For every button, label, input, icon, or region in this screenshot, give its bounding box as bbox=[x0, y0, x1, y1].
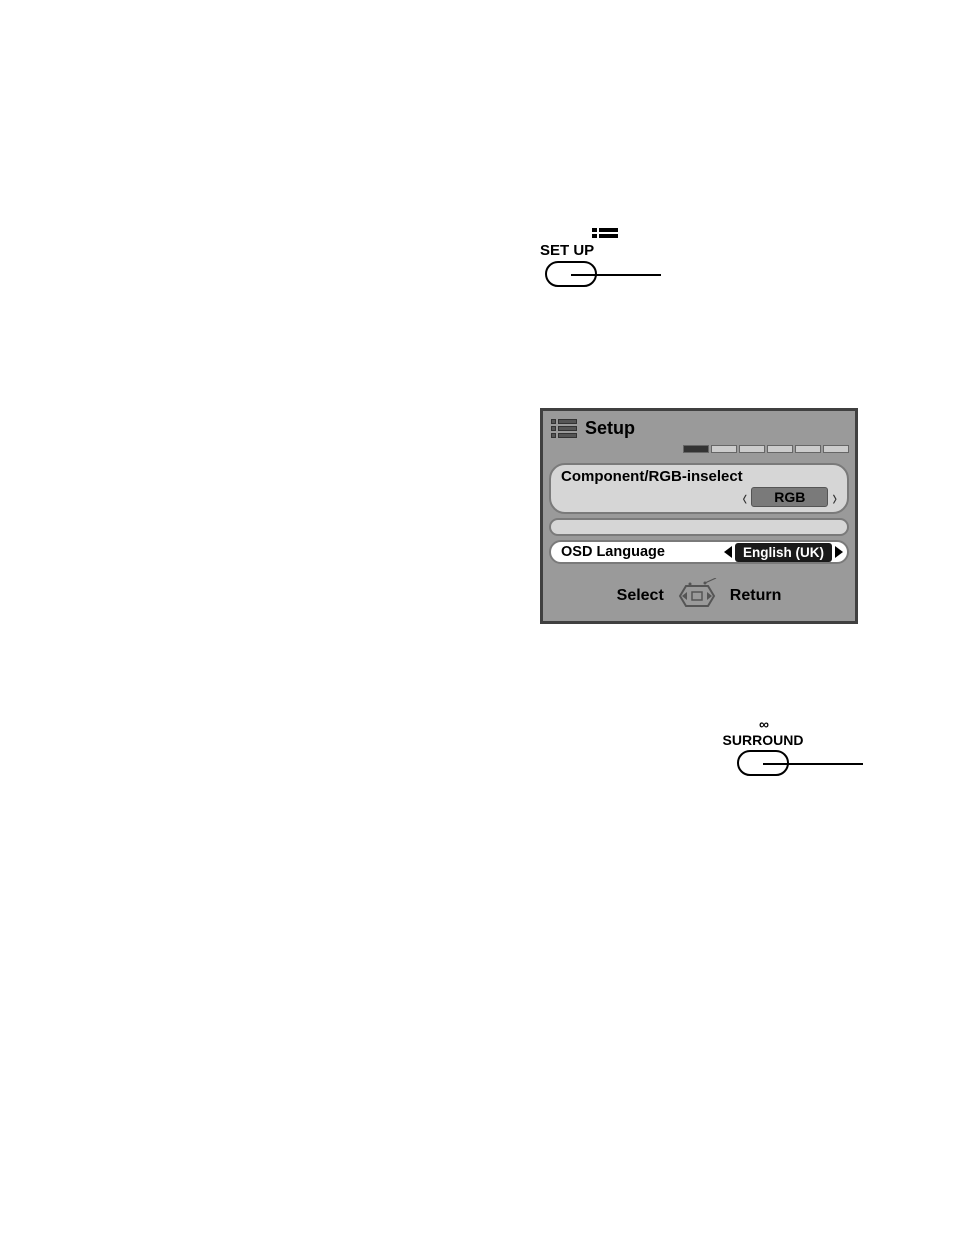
osd-title: Setup bbox=[585, 418, 635, 439]
osd-tab-strip bbox=[543, 445, 855, 455]
osd-footer: Select Return bbox=[549, 578, 849, 614]
component-rgb-value: RGB bbox=[751, 487, 828, 507]
osd-language-label: OSD Language bbox=[555, 544, 724, 560]
chevron-left-icon[interactable]: ‹ bbox=[743, 484, 748, 510]
osd-language-field[interactable]: OSD Language English (UK) bbox=[549, 540, 849, 564]
osd-tab[interactable] bbox=[767, 445, 793, 453]
component-rgb-label: Component/RGB-inselect bbox=[561, 468, 837, 485]
osd-tab[interactable] bbox=[711, 445, 737, 453]
return-label: Return bbox=[730, 587, 782, 605]
osd-tab[interactable] bbox=[823, 445, 849, 453]
setup-button[interactable] bbox=[545, 261, 597, 287]
chevron-right-icon[interactable]: › bbox=[832, 484, 837, 510]
surround-icon: ∞ bbox=[759, 716, 767, 732]
setup-button-group: SET UP bbox=[545, 228, 665, 287]
triangle-right-icon[interactable] bbox=[835, 546, 843, 558]
surround-button-group: ∞ SURROUND bbox=[693, 716, 833, 776]
list-icon bbox=[551, 419, 577, 437]
triangle-left-icon[interactable] bbox=[724, 546, 732, 558]
component-rgb-field[interactable]: Component/RGB-inselect ‹ RGB › bbox=[549, 463, 849, 514]
osd-tab[interactable] bbox=[739, 445, 765, 453]
osd-language-value: English (UK) bbox=[735, 543, 832, 562]
setup-button-label: SET UP bbox=[540, 242, 665, 259]
surround-button[interactable] bbox=[737, 750, 789, 776]
callout-line bbox=[571, 274, 661, 276]
callout-line bbox=[763, 763, 863, 765]
empty-field bbox=[549, 518, 849, 536]
list-icon bbox=[592, 228, 618, 240]
osd-tab[interactable] bbox=[795, 445, 821, 453]
osd-tab[interactable] bbox=[683, 445, 709, 453]
osd-setup-panel: Setup Component/RGB-inselect ‹ RGB › OSD… bbox=[540, 408, 858, 624]
select-label: Select bbox=[617, 587, 664, 605]
surround-button-label: SURROUND bbox=[723, 732, 804, 748]
osd-titlebar: Setup bbox=[543, 411, 855, 445]
dpad-nav-icon bbox=[672, 578, 722, 614]
